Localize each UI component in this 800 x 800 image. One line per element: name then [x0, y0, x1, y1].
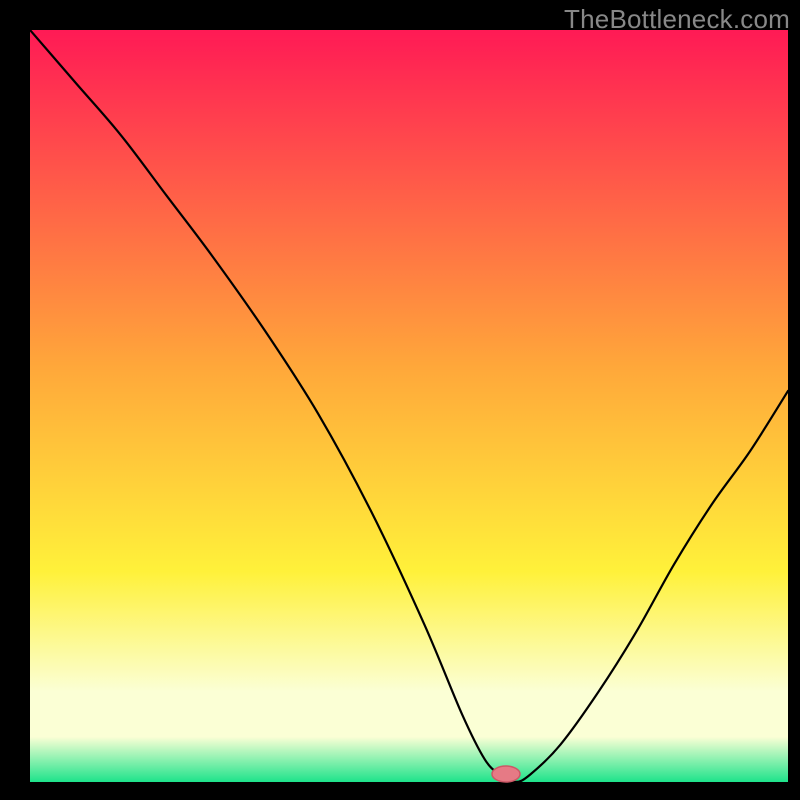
watermark-text: TheBottleneck.com [564, 4, 790, 35]
optimum-marker [492, 766, 520, 782]
gradient-background [30, 30, 788, 782]
bottleneck-chart [0, 0, 800, 800]
chart-frame: { "watermark": "TheBottleneck.com", "col… [0, 0, 800, 800]
